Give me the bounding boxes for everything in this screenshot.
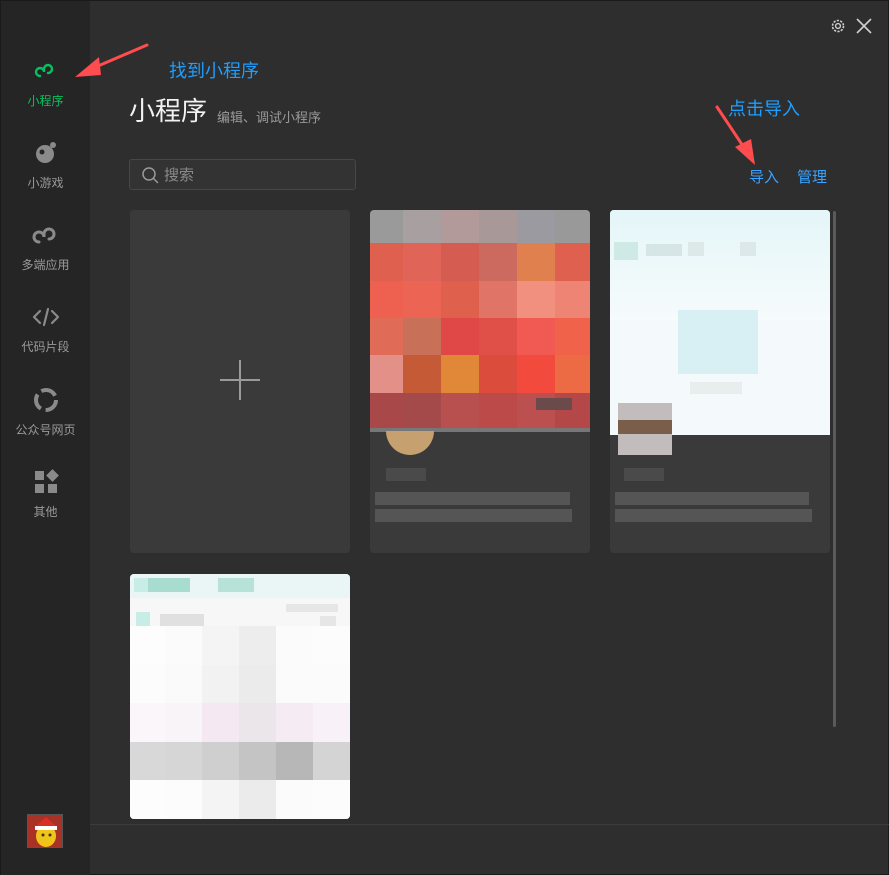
search-box[interactable]	[129, 159, 356, 190]
project-avatar	[386, 431, 434, 455]
thumbnail-block	[136, 612, 150, 626]
project-name	[624, 468, 664, 481]
settings-gear-icon[interactable]	[829, 17, 847, 35]
sidebar: 小程序 小游戏 多端应用 代码片段 公众号网页 其他	[1, 1, 90, 875]
project-desc-line	[375, 492, 570, 505]
page-subtitle: 编辑、调试小程序	[217, 111, 322, 126]
sidebar-item-official-web[interactable]: 公众号网页	[1, 385, 90, 455]
sidebar-item-label: 其他	[33, 505, 58, 519]
code-icon	[32, 307, 59, 327]
annotation-find-mini-program: 找到小程序	[169, 61, 259, 82]
project-desc-line	[615, 492, 809, 505]
plus-icon	[220, 360, 260, 400]
devtools-window: 小程序 小游戏 多端应用 代码片段 公众号网页 其他 找到小程序 点击导入 小程…	[0, 0, 889, 875]
create-project-card[interactable]	[130, 210, 350, 553]
scrollbar[interactable]	[833, 211, 836, 727]
manage-button[interactable]: 管理	[797, 166, 827, 187]
project-thumbnail	[610, 210, 830, 455]
sidebar-item-label: 公众号网页	[15, 423, 76, 437]
footer-divider	[90, 824, 889, 825]
sidebar-item-mini-game[interactable]: 小游戏	[1, 138, 90, 208]
search-input[interactable]	[164, 164, 344, 186]
search-icon	[142, 167, 159, 184]
thumbnail-block	[286, 604, 338, 612]
project-name	[386, 468, 426, 481]
sidebar-item-label: 小程序	[27, 94, 64, 108]
avatar[interactable]	[27, 814, 63, 848]
project-thumbnail-header	[130, 574, 350, 598]
project-thumbnail	[370, 210, 590, 430]
thumbnail-block	[320, 616, 336, 626]
close-icon[interactable]	[854, 16, 874, 36]
mini-program-icon	[34, 63, 53, 78]
sidebar-item-multi-platform[interactable]: 多端应用	[1, 220, 90, 290]
avatar-image	[28, 815, 62, 847]
thumbnail-label-block	[536, 398, 572, 410]
project-desc-line	[375, 509, 572, 522]
sidebar-item-label: 小游戏	[27, 176, 64, 190]
page-title: 小程序	[129, 97, 208, 127]
project-desc-line	[615, 509, 812, 522]
import-button[interactable]: 导入	[749, 166, 779, 187]
grid-icon	[34, 469, 59, 493]
sidebar-item-label: 代码片段	[21, 340, 70, 354]
project-thumbnail	[130, 626, 350, 819]
multi-platform-icon	[32, 227, 55, 244]
project-card[interactable]	[130, 574, 350, 819]
sidebar-item-code-snippet[interactable]: 代码片段	[1, 302, 90, 372]
project-card[interactable]	[370, 210, 590, 553]
thumbnail-block	[160, 614, 204, 626]
annotation-arrow-icon	[715, 105, 755, 165]
sidebar-item-other[interactable]: 其他	[1, 467, 90, 537]
annotation-arrow-icon	[75, 43, 149, 77]
mini-game-icon	[35, 142, 56, 163]
web-icon	[33, 388, 58, 412]
project-card[interactable]	[610, 210, 830, 553]
sidebar-item-label: 多端应用	[21, 258, 70, 272]
